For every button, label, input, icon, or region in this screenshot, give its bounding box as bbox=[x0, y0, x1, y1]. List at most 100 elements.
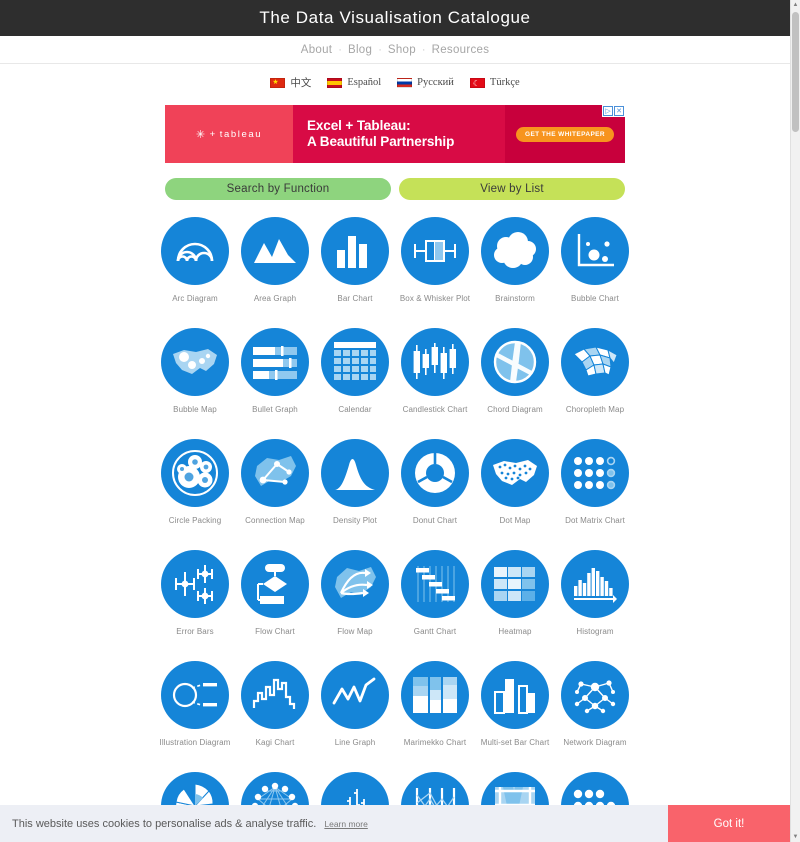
tableau-mark-icon: ✳ bbox=[195, 128, 207, 141]
chart-type-label: Flow Chart bbox=[255, 627, 295, 636]
chart-type-label: Choropleth Map bbox=[565, 405, 625, 414]
chart-type-gantt-chart[interactable]: Gantt Chart bbox=[395, 550, 475, 637]
candlestick-chart-icon bbox=[401, 328, 469, 396]
ad-banner[interactable]: ✳ + tableau Excel + Tableau: A Beautiful… bbox=[165, 105, 625, 163]
chart-type-label: Arc Diagram bbox=[172, 294, 218, 303]
network-diagram-icon bbox=[561, 661, 629, 729]
scrollbar-thumb[interactable] bbox=[792, 12, 799, 132]
cookie-accept-button[interactable]: Got it! bbox=[668, 805, 790, 842]
chart-type-label: Connection Map bbox=[245, 516, 305, 525]
arc-diagram-icon bbox=[161, 217, 229, 285]
language-label: Español bbox=[347, 77, 382, 88]
language-option-chinese[interactable]: 中文 bbox=[270, 75, 311, 90]
page-title: The Data Visualisation Catalogue bbox=[259, 8, 531, 27]
chart-type-network-diagram[interactable]: Network Diagram bbox=[555, 661, 635, 748]
nav-separator: · bbox=[338, 43, 342, 56]
flag-tr-icon bbox=[469, 77, 485, 88]
ad-message-panel: Excel + Tableau: A Beautiful Partnership bbox=[293, 105, 505, 163]
multi-set-bar-chart-icon bbox=[481, 661, 549, 729]
chart-type-label: Box & Whisker Plot bbox=[399, 294, 471, 303]
chart-type-flow-map[interactable]: Flow Map bbox=[315, 550, 395, 637]
chart-type-arc-diagram[interactable]: Arc Diagram bbox=[155, 217, 235, 304]
chart-type-donut-chart[interactable]: Donut Chart bbox=[395, 439, 475, 526]
chart-type-density-plot[interactable]: Density Plot bbox=[315, 439, 395, 526]
chart-type-histogram[interactable]: Histogram bbox=[555, 550, 635, 637]
chart-type-box-whisker-plot[interactable]: Box & Whisker Plot bbox=[395, 217, 475, 304]
nav-item-about[interactable]: About bbox=[301, 44, 333, 56]
cookie-learn-more-link[interactable]: Learn more bbox=[324, 819, 367, 829]
line-graph-icon bbox=[321, 661, 389, 729]
language-option-spanish[interactable]: Español bbox=[327, 77, 381, 88]
chart-type-bubble-chart[interactable]: Bubble Chart bbox=[555, 217, 635, 304]
nav-item-blog[interactable]: Blog bbox=[348, 44, 372, 56]
chart-type-label: Calendar bbox=[338, 405, 372, 414]
kagi-chart-icon bbox=[241, 661, 309, 729]
chart-type-flow-chart[interactable]: Flow Chart bbox=[235, 550, 315, 637]
nav-separator: · bbox=[421, 43, 426, 56]
chart-type-label: Heatmap bbox=[498, 627, 532, 636]
chart-type-label: Bubble Chart bbox=[571, 294, 619, 303]
page-root: The Data Visualisation Catalogue About ·… bbox=[0, 0, 790, 842]
chart-type-label: Density Plot bbox=[333, 516, 377, 525]
nav-item-resources[interactable]: Resources bbox=[432, 44, 490, 56]
brainstorm-icon bbox=[481, 217, 549, 285]
ad-controls: ▷ ✕ bbox=[602, 105, 625, 117]
chart-type-heatmap[interactable]: Heatmap bbox=[475, 550, 555, 637]
flag-cn-icon bbox=[270, 77, 286, 88]
chart-type-connection-map[interactable]: Connection Map bbox=[235, 439, 315, 526]
chart-type-candlestick-chart[interactable]: Candlestick Chart bbox=[395, 328, 475, 415]
language-option-russian[interactable]: Русский bbox=[397, 77, 454, 88]
chart-type-marimekko-chart[interactable]: Marimekko Chart bbox=[395, 661, 475, 748]
chart-type-bubble-map[interactable]: Bubble Map bbox=[155, 328, 235, 415]
chart-type-circle-packing[interactable]: Circle Packing bbox=[155, 439, 235, 526]
chart-type-label: Network Diagram bbox=[563, 738, 627, 747]
tableau-logo: ✳ + tableau bbox=[196, 128, 262, 141]
chart-type-error-bars[interactable]: Error Bars bbox=[155, 550, 235, 637]
chart-type-kagi-chart[interactable]: Kagi Chart bbox=[235, 661, 315, 748]
chart-type-dot-matrix-chart[interactable]: Dot Matrix Chart bbox=[555, 439, 635, 526]
scroll-up-arrow-icon[interactable]: ▲ bbox=[791, 0, 800, 10]
chart-type-calendar[interactable]: Calendar bbox=[315, 328, 395, 415]
primary-navigation: About · Blog · Shop · Resources bbox=[0, 36, 790, 64]
chart-type-label: Line Graph bbox=[334, 738, 376, 747]
language-option-turkish[interactable]: Türkçe bbox=[469, 77, 520, 88]
chart-type-line-graph[interactable]: Line Graph bbox=[315, 661, 395, 748]
nav-separator: · bbox=[378, 43, 382, 56]
chart-type-illustration-diagram[interactable]: Illustration Diagram bbox=[155, 661, 235, 748]
heatmap-icon bbox=[481, 550, 549, 618]
chart-type-brainstorm[interactable]: Brainstorm bbox=[475, 217, 555, 304]
search-by-function-button[interactable]: Search by Function bbox=[165, 178, 391, 200]
language-label: 中文 bbox=[290, 78, 312, 89]
circle-packing-icon bbox=[161, 439, 229, 507]
advertisement-container: ✳ + tableau Excel + Tableau: A Beautiful… bbox=[0, 101, 790, 163]
chart-type-chord-diagram[interactable]: Chord Diagram bbox=[475, 328, 555, 415]
chart-type-dot-map[interactable]: Dot Map bbox=[475, 439, 555, 526]
language-label: Русский bbox=[417, 77, 454, 88]
choropleth-map-icon bbox=[561, 328, 629, 396]
scroll-down-arrow-icon[interactable]: ▼ bbox=[791, 832, 800, 842]
chart-type-label: Chord Diagram bbox=[487, 405, 543, 414]
chart-type-bullet-graph[interactable]: Bullet Graph bbox=[235, 328, 315, 415]
get-whitepaper-button[interactable]: GET THE WHITEPAPER bbox=[515, 126, 615, 142]
marimekko-chart-icon bbox=[401, 661, 469, 729]
cookie-consent-bar: This website uses cookies to personalise… bbox=[0, 805, 790, 842]
dot-map-icon bbox=[481, 439, 549, 507]
close-icon[interactable]: ✕ bbox=[614, 106, 624, 116]
chart-type-multi-set-bar-chart[interactable]: Multi-set Bar Chart bbox=[475, 661, 555, 748]
calendar-icon bbox=[321, 328, 389, 396]
chart-type-bar-chart[interactable]: Bar Chart bbox=[315, 217, 395, 304]
view-mode-buttons: Search by Function View by List bbox=[0, 178, 790, 200]
chart-type-choropleth-map[interactable]: Choropleth Map bbox=[555, 328, 635, 415]
bubble-map-icon bbox=[161, 328, 229, 396]
chart-type-label: Bullet Graph bbox=[252, 405, 298, 414]
chart-type-label: Multi-set Bar Chart bbox=[480, 738, 550, 747]
chart-type-label: Bar Chart bbox=[337, 294, 373, 303]
ad-brand-name: tableau bbox=[219, 128, 263, 140]
chart-type-area-graph[interactable]: Area Graph bbox=[235, 217, 315, 304]
adchoices-icon[interactable]: ▷ bbox=[603, 106, 613, 116]
vertical-scrollbar[interactable]: ▲ ▼ bbox=[790, 0, 800, 842]
nav-item-shop[interactable]: Shop bbox=[388, 44, 416, 56]
illustration-diagram-icon bbox=[161, 661, 229, 729]
view-by-list-button[interactable]: View by List bbox=[399, 178, 625, 200]
box-whisker-plot-icon bbox=[401, 217, 469, 285]
